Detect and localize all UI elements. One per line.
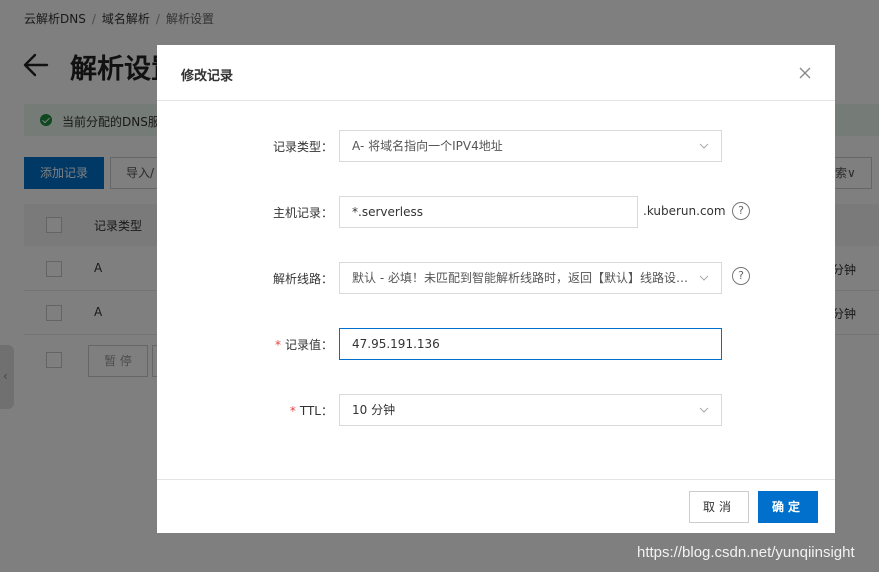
edit-record-dialog: 修改记录 记录类型： A- 将域名指向一个IPV4地址 主机记录： *.serv… — [157, 45, 835, 533]
dialog-title: 修改记录 — [181, 69, 234, 84]
chevron-down-icon — [699, 273, 709, 283]
record-type-label: 记录类型： — [272, 140, 333, 154]
resolution-line-value: 默认 - 必填！未匹配到智能解析线路时，返回【默认】线路设… — [352, 271, 688, 285]
record-value-input[interactable]: 47.95.191.136 — [339, 328, 722, 360]
dialog-header: 修改记录 — [157, 45, 835, 101]
ttl-label-text: TTL： — [299, 404, 333, 418]
resolution-line-select[interactable]: 默认 - 必填！未匹配到智能解析线路时，返回【默认】线路设… — [339, 262, 722, 294]
help-circle-icon[interactable]: ? — [732, 267, 750, 285]
ttl-select[interactable]: 10 分钟 — [339, 394, 722, 426]
ttl-value: 10 分钟 — [352, 403, 396, 417]
domain-suffix: .kuberun.com — [643, 204, 726, 218]
record-value-label-text: 记录值： — [284, 338, 333, 352]
required-marker: * — [274, 338, 281, 352]
close-icon[interactable] — [797, 65, 813, 81]
required-marker: * — [289, 404, 296, 418]
help-circle-icon[interactable]: ? — [732, 202, 750, 220]
host-record-input[interactable]: *.serverless — [339, 196, 638, 228]
confirm-button[interactable]: 确定 — [758, 491, 818, 523]
record-type-select[interactable]: A- 将域名指向一个IPV4地址 — [339, 130, 722, 162]
ttl-label: * TTL： — [157, 402, 333, 419]
record-type-value: A- 将域名指向一个IPV4地址 — [352, 139, 503, 153]
watermark-text: https://blog.csdn.net/yunqiinsight — [637, 544, 855, 561]
resolution-line-label: 解析线路： — [272, 272, 333, 286]
host-record-label: 主机记录： — [272, 206, 333, 220]
chevron-down-icon — [699, 407, 709, 413]
record-value-label: * 记录值： — [157, 336, 333, 353]
cancel-button[interactable]: 取消 — [689, 491, 749, 523]
chevron-down-icon — [699, 143, 709, 149]
